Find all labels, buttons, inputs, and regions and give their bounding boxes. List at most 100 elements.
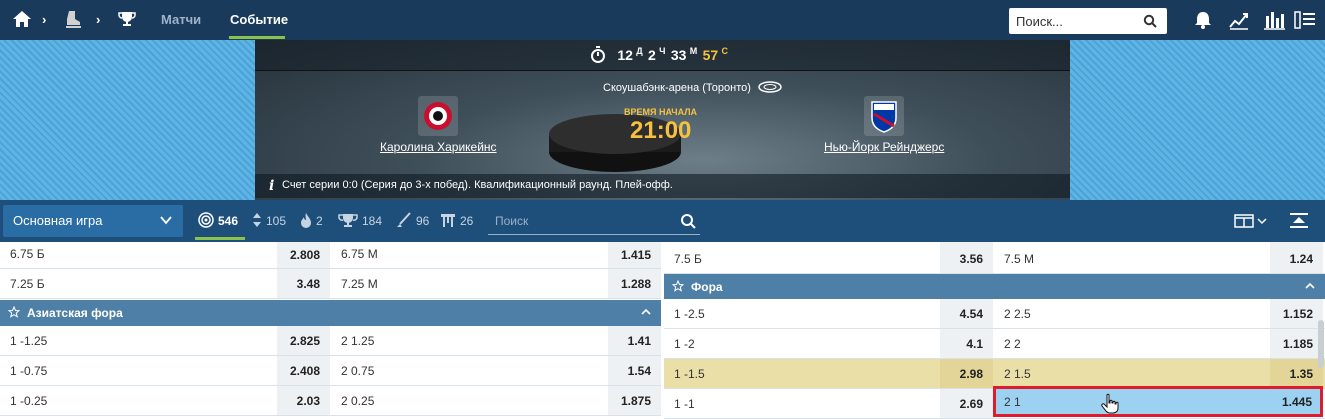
outcome-label: 2 2.5 <box>1004 307 1031 321</box>
nav-link-event[interactable]: Событие <box>230 12 288 28</box>
star-icon[interactable] <box>672 280 684 292</box>
market-section-header[interactable]: Азиатская фора <box>0 300 661 326</box>
active-filter-indicator <box>195 237 245 240</box>
odds-button[interactable]: 3.56 <box>940 242 993 273</box>
outcome-label: 2 0.75 <box>341 364 375 378</box>
table-row: 1 -2 4.1 2 2 1.185 <box>664 329 1325 359</box>
scrollbar[interactable] <box>1318 320 1324 368</box>
odds-button[interactable]: 2.408 <box>277 356 330 385</box>
filter-totals[interactable]: 105 <box>252 212 286 228</box>
top-search-placeholder: Поиск... <box>1016 14 1063 29</box>
hand-cursor-icon <box>1101 393 1119 414</box>
target-icon <box>198 212 214 228</box>
trophy-icon[interactable] <box>116 10 138 30</box>
outcome-label: 2 1.25 <box>341 334 375 348</box>
home-team-name[interactable]: Каролина Харикейнс <box>380 140 497 154</box>
odds-button[interactable]: 1.415 <box>608 242 661 268</box>
outcome-label: 2 0.25 <box>341 394 375 408</box>
odds-button[interactable]: 3.48 <box>277 269 330 298</box>
table-row-highlighted: 1 -1.5 2.98 2 1.5 1.35 <box>664 359 1325 389</box>
outcome-label: 1 -1.5 <box>674 367 705 381</box>
filter-popular[interactable]: 2 <box>300 212 323 228</box>
chevron-right-icon: › <box>42 12 47 27</box>
outcome-label: 1 -2 <box>674 337 695 351</box>
collapse-all-icon[interactable] <box>1288 212 1310 230</box>
odds-button[interactable]: 2.98 <box>940 359 993 388</box>
info-icon: i <box>269 178 275 194</box>
outcome-label: 7.25 Б <box>10 277 45 291</box>
table-row: 1 -2.5 4.54 2 2.5 1.152 <box>664 299 1325 329</box>
table-row: 1 -0.25 2.03 2 0.25 1.875 <box>0 386 661 416</box>
market-search-placeholder: Поиск <box>495 214 529 228</box>
outcome-label: 1 -0.75 <box>10 364 48 378</box>
chevron-down-icon <box>160 216 172 225</box>
chevron-right-icon: › <box>96 12 101 27</box>
filter-stick[interactable]: 96 <box>396 212 429 228</box>
series-info-bar: i Счет серии 0:0 (Серия до 3-х побед). К… <box>255 174 1070 198</box>
market-group-value: Основная игра <box>13 213 103 228</box>
column-layout-toggle[interactable] <box>1234 212 1270 230</box>
filter-trophy[interactable]: 184 <box>338 212 382 228</box>
stopwatch-icon <box>591 46 605 63</box>
away-team-logo[interactable] <box>864 96 904 136</box>
search-icon[interactable] <box>1143 14 1157 28</box>
bar-stats-icon[interactable] <box>1263 10 1285 30</box>
timer-hours: 2 <box>648 47 656 63</box>
filter-count: 105 <box>266 214 287 228</box>
home-icon[interactable] <box>10 10 34 30</box>
countdown-timer: 12 Д 2 Ч 33 М 57 С <box>590 46 730 66</box>
start-time: 21:00 <box>630 117 692 144</box>
odds-button[interactable]: 2.808 <box>277 242 330 268</box>
table-row: 7.25 Б 3.48 7.25 М 1.288 <box>0 269 661 299</box>
table-row: 1 -1.25 2.825 2 1.25 1.41 <box>0 326 661 356</box>
market-group-select[interactable]: Основная игра <box>3 205 183 237</box>
odds-value: 1.445 <box>1281 395 1312 409</box>
timer-days: 12 <box>617 47 633 63</box>
outcome-label: 1 -1 <box>674 397 695 411</box>
table-row: 7.5 Б 3.56 7.5 М 1.24 <box>664 242 1325 274</box>
market-section-header[interactable]: Фора <box>664 274 1325 299</box>
selected-odds-cell[interactable]: 2 1 1.445 <box>993 386 1323 417</box>
odds-button[interactable]: 4.54 <box>940 299 993 328</box>
odds-button[interactable]: 2.825 <box>277 326 330 355</box>
odds-button[interactable]: 1.35 <box>1270 359 1323 388</box>
filter-count: 96 <box>416 214 430 228</box>
bell-icon[interactable] <box>1192 10 1214 30</box>
filter-all-markets[interactable]: 546 <box>198 212 238 228</box>
outcome-label: 1 -2.5 <box>674 307 705 321</box>
odds-button[interactable]: 2.03 <box>277 386 330 415</box>
section-title: Азиатская фора <box>27 306 123 320</box>
odds-button[interactable]: 2.69 <box>940 389 993 418</box>
market-search-input[interactable]: Поиск <box>488 209 700 235</box>
odds-button[interactable]: 1.875 <box>608 386 661 415</box>
odds-button[interactable]: 1.288 <box>608 269 661 298</box>
timer-days-unit: Д <box>636 46 643 56</box>
table-row: 6.75 Б 2.808 6.75 М 1.415 <box>0 242 661 269</box>
odds-button[interactable]: 1.41 <box>608 326 661 355</box>
odds-button[interactable]: 1.24 <box>1270 242 1323 273</box>
top-search-input[interactable]: Поиск... <box>1009 8 1167 34</box>
odds-button[interactable]: 4.1 <box>940 329 993 358</box>
outcome-label: 2 1 <box>1004 395 1021 409</box>
filter-count: 546 <box>218 214 239 228</box>
start-time-label: ВРЕМЯ НАЧАЛА <box>624 107 698 117</box>
home-team-logo[interactable] <box>418 96 458 136</box>
trend-chart-icon[interactable] <box>1228 10 1250 30</box>
list-layout-icon[interactable] <box>1294 10 1316 30</box>
away-team-name[interactable]: Нью-Йорк Рейнджерс <box>824 140 944 154</box>
odds-button[interactable]: 1.185 <box>1270 329 1323 358</box>
venue-label: Скоушабэнк-арена (Торонто) <box>603 82 751 94</box>
outcome-label: 1 -0.25 <box>10 394 48 408</box>
odds-button[interactable]: 1.152 <box>1270 299 1323 328</box>
hockey-skate-icon[interactable] <box>62 10 84 30</box>
odds-button[interactable]: 1.54 <box>608 356 661 385</box>
stick-icon <box>397 212 411 227</box>
star-icon[interactable] <box>8 306 20 318</box>
trophy-icon <box>338 214 358 227</box>
search-icon[interactable] <box>680 213 696 229</box>
chevron-up-icon[interactable] <box>1305 282 1315 290</box>
nav-link-matches[interactable]: Матчи <box>161 12 201 28</box>
filter-gate[interactable]: 26 <box>440 212 473 228</box>
chevron-up-icon[interactable] <box>641 308 651 316</box>
active-tab-indicator <box>229 36 285 39</box>
